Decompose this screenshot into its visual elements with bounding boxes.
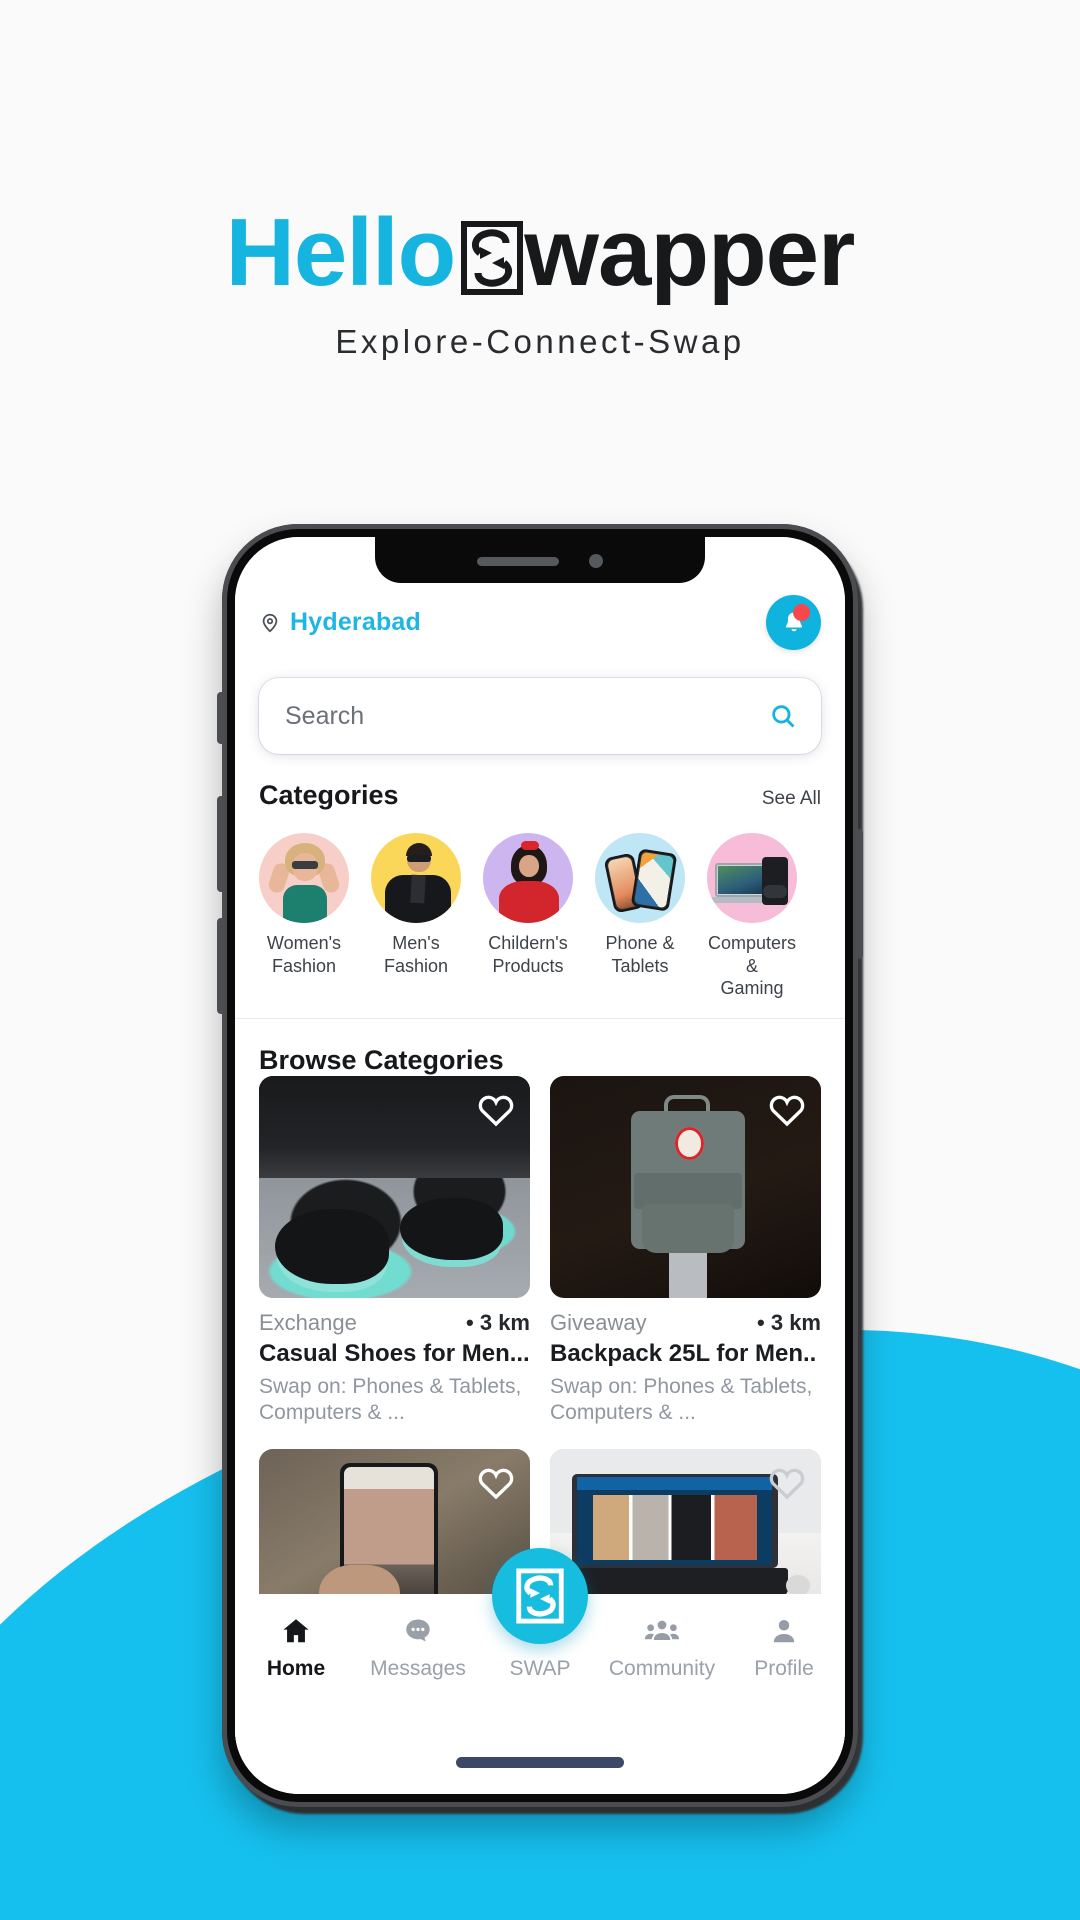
phone-mute-button[interactable]: [217, 692, 224, 744]
app-screen: Hyderabad Search Categories See All Wome…: [235, 537, 845, 1794]
category-label: Men's Fashion: [383, 933, 449, 976]
heart-outline-icon[interactable]: [476, 1090, 516, 1130]
listing-image[interactable]: [550, 1075, 821, 1298]
category-label: Computers & Gaming: [707, 933, 797, 998]
nav-label: Home: [266, 1657, 326, 1680]
listing-grid: Exchange • 3 km Casual Shoes for Men... …: [259, 1075, 821, 1594]
category-item-computers-gaming[interactable]: Computers & Gaming: [707, 833, 797, 1000]
listing-image[interactable]: [259, 1075, 530, 1298]
category-item-phone-tablets[interactable]: Phone & Tablets: [595, 833, 685, 1000]
category-item-mens-fashion[interactable]: Men's Fashion: [371, 833, 461, 1000]
location-pin-icon: [259, 612, 281, 634]
front-camera-icon: [589, 554, 603, 568]
heart-outline-icon[interactable]: [767, 1090, 807, 1130]
category-label: Phone & Tablets: [605, 933, 675, 976]
category-strip[interactable]: Women's Fashion Men's Fashion Childern's…: [235, 811, 845, 1000]
nav-item-home[interactable]: Home: [235, 1614, 357, 1681]
phone-volume-down-button[interactable]: [217, 918, 224, 1014]
brand-word-swapper: wapper: [524, 199, 855, 306]
woman-portrait-art: [259, 833, 349, 923]
category-item-womens-fashion[interactable]: Women's Fashion: [259, 833, 349, 1000]
phone-tablet-art: [595, 833, 685, 923]
listing-swap-on: Swap on: Phones & Tablets, Computers & .…: [550, 1374, 813, 1425]
listing-meta: Exchange • 3 km: [259, 1310, 530, 1336]
search-icon[interactable]: [769, 702, 797, 730]
listing-area: Exchange • 3 km Casual Shoes for Men... …: [235, 1075, 845, 1594]
categories-title: Categories: [259, 780, 399, 810]
home-indicator: [456, 1757, 624, 1768]
search-bar[interactable]: [259, 678, 821, 754]
nav-item-community[interactable]: Community: [601, 1614, 723, 1681]
phone-screen: Hyderabad Search Categories See All Wome…: [235, 537, 845, 1794]
bottom-nav: Home Messages SWAP Community Profile: [235, 1548, 845, 1726]
category-thumbnail: [371, 833, 461, 923]
category-thumbnail: [259, 833, 349, 923]
listing-card[interactable]: [550, 1449, 821, 1594]
nav-label: Profile: [754, 1657, 814, 1680]
notification-button[interactable]: [766, 595, 821, 650]
listing-title: Casual Shoes for Men...: [259, 1339, 530, 1367]
swap-fab-button[interactable]: [492, 1548, 588, 1644]
category-thumbnail: [595, 833, 685, 923]
category-label: Childern's Products: [488, 933, 568, 976]
brand-tagline: Explore-Connect-Swap: [335, 323, 745, 360]
phone-volume-up-button[interactable]: [217, 796, 224, 892]
listing-distance: • 3 km: [466, 1309, 530, 1335]
laptop-console-art: [707, 833, 797, 923]
heart-outline-icon[interactable]: [767, 1463, 807, 1503]
listing-distance: • 3 km: [757, 1309, 821, 1335]
phone-mockup: Hyderabad Search Categories See All Wome…: [217, 524, 863, 1814]
heart-outline-icon[interactable]: [476, 1463, 516, 1503]
child-red-dress-art: [483, 833, 573, 923]
listing-type: Exchange: [259, 1309, 357, 1335]
nav-label: Messages: [370, 1657, 466, 1680]
category-item-childerns-products[interactable]: Childern's Products: [483, 833, 573, 1000]
swap-s-logo-icon: [515, 1568, 565, 1624]
listing-image[interactable]: [550, 1449, 821, 1594]
brand-title: Hello wapper: [226, 205, 856, 301]
location-label: Hyderabad: [290, 608, 422, 636]
people-group-icon: [644, 1614, 680, 1648]
category-thumbnail: [483, 833, 573, 923]
nav-item-messages[interactable]: Messages: [357, 1614, 479, 1681]
phone-notch: [375, 537, 705, 583]
swap-s-logo-icon: [461, 221, 524, 295]
browse-title: Browse Categories: [259, 1044, 504, 1075]
categories-header: Categories See All: [235, 754, 845, 811]
see-all-link[interactable]: See All: [762, 788, 821, 810]
phone-power-button[interactable]: [856, 829, 863, 959]
browse-header: Browse Categories: [235, 1019, 845, 1076]
nav-item-profile[interactable]: Profile: [723, 1614, 845, 1681]
location-selector[interactable]: Hyderabad: [259, 608, 421, 637]
listing-title: Backpack 25L for Men..: [550, 1339, 817, 1367]
listing-image[interactable]: [259, 1449, 530, 1594]
search-section: [235, 650, 845, 754]
chat-dots-icon: [402, 1614, 434, 1648]
listing-card[interactable]: Exchange • 3 km Casual Shoes for Men... …: [259, 1075, 530, 1428]
search-input[interactable]: [285, 701, 769, 731]
brand-lockup: Hello wapper Explore-Connect-Swap: [0, 205, 1080, 361]
earpiece-speaker: [477, 556, 559, 566]
nav-label: Community: [608, 1657, 716, 1680]
listing-card[interactable]: [259, 1449, 530, 1594]
listing-swap-on: Swap on: Phones & Tablets, Computers & .…: [259, 1374, 522, 1425]
category-label: Women's Fashion: [266, 933, 342, 976]
listing-meta: Giveaway • 3 km: [550, 1310, 821, 1336]
person-icon: [769, 1614, 799, 1648]
category-thumbnail: [707, 833, 797, 923]
screenshot-root: Hello wapper Explore-Connect-Swap Hydera…: [0, 0, 1080, 1920]
bottom-nav-shell: Home Messages SWAP Community Profile: [235, 1548, 845, 1794]
nav-label: SWAP: [509, 1657, 571, 1680]
listing-type: Giveaway: [550, 1309, 647, 1335]
brand-word-hello: Hello: [225, 199, 457, 306]
notification-badge: [793, 604, 810, 621]
listing-card[interactable]: Giveaway • 3 km Backpack 25L for Men.. S…: [550, 1075, 821, 1428]
home-icon: [280, 1614, 312, 1648]
man-portrait-art: [371, 833, 461, 923]
